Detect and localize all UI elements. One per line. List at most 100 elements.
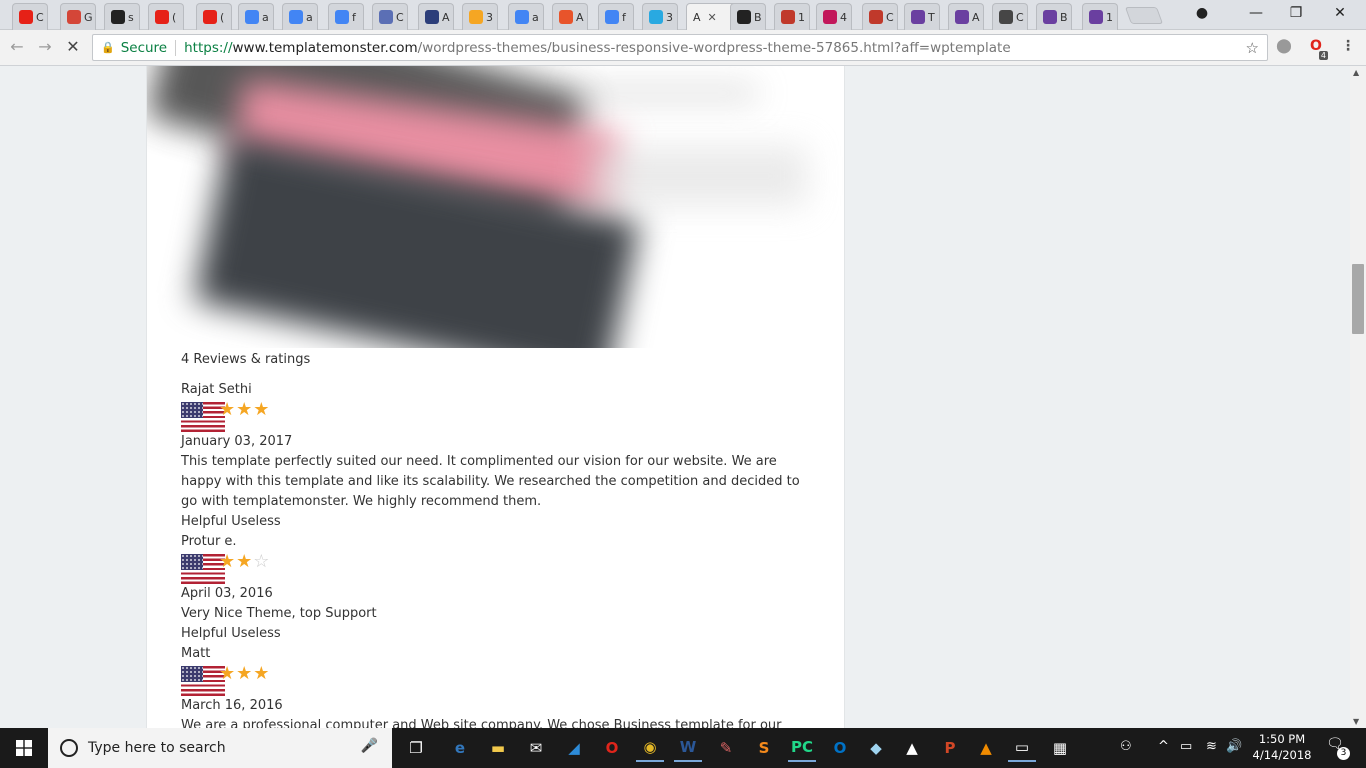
- tab-title: C: [1016, 10, 1024, 24]
- browser-menu-button[interactable]: ⋮: [1338, 38, 1358, 58]
- scroll-up-arrow-icon[interactable]: ▲: [1353, 68, 1359, 77]
- browser-tab[interactable]: C: [12, 3, 48, 30]
- browser-tab[interactable]: (: [196, 3, 232, 30]
- chrome-icon[interactable]: ◉: [636, 734, 664, 762]
- clapper-icon[interactable]: ▦: [1046, 734, 1074, 762]
- restore-button[interactable]: ❐: [1286, 5, 1306, 21]
- browser-tab[interactable]: B: [1036, 3, 1072, 30]
- extension-badge: 4: [1318, 51, 1328, 60]
- colorlib-icon: [1089, 10, 1103, 24]
- tab-title: C: [886, 10, 894, 24]
- browser-tab[interactable]: C: [992, 3, 1028, 30]
- theme-preview-image: [147, 66, 844, 348]
- browser-tab[interactable]: 1: [1082, 3, 1118, 30]
- forward-button[interactable]: →: [34, 37, 56, 56]
- star-filled-icon: ★: [236, 663, 254, 684]
- address-bar[interactable]: 🔒 Secure https:// www.templatemonster.co…: [92, 34, 1268, 61]
- wordpress-icon: [999, 10, 1013, 24]
- microphone-icon[interactable]: 🎤: [361, 738, 378, 754]
- browser-tab[interactable]: a: [282, 3, 318, 30]
- back-button[interactable]: ←: [6, 37, 28, 56]
- wifi-icon[interactable]: ≋: [1206, 739, 1217, 754]
- browser-tab[interactable]: s: [104, 3, 140, 30]
- browser-tab[interactable]: (: [148, 3, 184, 30]
- browser-tab[interactable]: f: [328, 3, 364, 30]
- photos-icon[interactable]: ▲: [898, 734, 926, 762]
- minimize-button[interactable]: —: [1246, 5, 1266, 21]
- new-tab-button[interactable]: [1124, 7, 1164, 24]
- scroll-down-arrow-icon[interactable]: ▼: [1353, 717, 1359, 726]
- address-separator: [175, 39, 177, 56]
- browser-tab[interactable]: T: [904, 3, 940, 30]
- tab-close-icon[interactable]: ✕: [708, 11, 717, 24]
- tab-title: A: [972, 10, 980, 24]
- browser-tab[interactable]: G: [60, 3, 96, 30]
- profile-icon[interactable]: ●: [1192, 5, 1212, 21]
- tab-title: G: [84, 10, 93, 24]
- extension-icon[interactable]: ⬤: [1274, 38, 1294, 58]
- action-center-button[interactable]: 🗨 3: [1326, 736, 1350, 760]
- browser-tab[interactable]: B: [730, 3, 766, 30]
- youtube-icon: [155, 10, 169, 24]
- helpful-link[interactable]: Helpful: [181, 626, 227, 641]
- useless-link[interactable]: Useless: [231, 514, 280, 529]
- browser-tab[interactable]: C: [372, 3, 408, 30]
- review-text: We are a professional computer and Web s…: [181, 718, 782, 728]
- helpful-link[interactable]: Helpful: [181, 514, 227, 529]
- edge-icon[interactable]: e: [446, 734, 474, 762]
- browser-tab[interactable]: 3: [462, 3, 498, 30]
- close-window-button[interactable]: ✕: [1330, 5, 1350, 21]
- paint-icon[interactable]: ✎: [712, 734, 740, 762]
- sublime-icon[interactable]: S: [750, 734, 778, 762]
- pycharm-icon[interactable]: PC: [788, 734, 816, 762]
- opera-extension-icon[interactable]: O 4: [1306, 38, 1328, 60]
- bookmark-star-icon[interactable]: ☆: [1246, 39, 1259, 57]
- star-filled-icon: ★: [219, 663, 237, 684]
- browser-tab[interactable]: A: [552, 3, 588, 30]
- battery-icon[interactable]: ▭: [1180, 739, 1192, 754]
- search-placeholder: Type here to search: [88, 740, 226, 756]
- file-explorer-icon[interactable]: ▬: [484, 734, 512, 762]
- browser-tab[interactable]: 3: [642, 3, 678, 30]
- tab-title: B: [1060, 10, 1068, 24]
- secure-label[interactable]: Secure: [121, 40, 167, 56]
- volume-icon[interactable]: 🔊: [1226, 739, 1242, 754]
- browser-tab[interactable]: f: [598, 3, 634, 30]
- stop-loading-button[interactable]: ✕: [62, 37, 84, 56]
- task-view-icon[interactable]: ❐: [402, 734, 430, 762]
- google-icon: [515, 10, 529, 24]
- vlc-icon[interactable]: ▲: [972, 734, 1000, 762]
- scrollbar-thumb[interactable]: [1352, 264, 1364, 334]
- star-filled-icon: ★: [219, 551, 237, 572]
- page-scrollbar[interactable]: ▲ ▼: [1350, 66, 1366, 728]
- tray-overflow-icon[interactable]: ^: [1158, 739, 1169, 754]
- notes-icon[interactable]: ◆: [862, 734, 890, 762]
- browser-tab[interactable]: 1: [774, 3, 810, 30]
- word-icon[interactable]: W: [674, 734, 702, 762]
- github-icon: [111, 10, 125, 24]
- review-date: April 03, 2016: [181, 586, 273, 601]
- azure-icon[interactable]: ◢: [560, 734, 588, 762]
- url-scheme: https://: [184, 39, 233, 56]
- browser-tab[interactable]: a: [238, 3, 274, 30]
- opera-icon[interactable]: O: [598, 734, 626, 762]
- browser-tab[interactable]: C: [862, 3, 898, 30]
- browser-tab[interactable]: A: [948, 3, 984, 30]
- system-clock[interactable]: 1:50 PM 4/14/2018: [1246, 731, 1318, 763]
- review-date: March 16, 2016: [181, 698, 283, 713]
- powerpoint-icon[interactable]: P: [936, 734, 964, 762]
- cmd-icon[interactable]: ▭: [1008, 734, 1036, 762]
- browser-tab[interactable]: A: [418, 3, 454, 30]
- outlook-icon[interactable]: O: [826, 734, 854, 762]
- people-icon[interactable]: ⚇: [1120, 739, 1132, 754]
- start-button[interactable]: [0, 728, 48, 768]
- youtube-icon: [19, 10, 33, 24]
- active-tab-title: A: [693, 10, 701, 24]
- review-item: Protur e. ★★☆ April 03, 2016 Very Nice Them…: [181, 532, 811, 644]
- browser-tab[interactable]: 4: [816, 3, 852, 30]
- useless-link[interactable]: Useless: [231, 626, 280, 641]
- mail-icon[interactable]: ✉: [522, 734, 550, 762]
- tab-title: B: [754, 10, 762, 24]
- taskbar-search[interactable]: Type here to search 🎤: [48, 728, 392, 768]
- browser-tab[interactable]: a: [508, 3, 544, 30]
